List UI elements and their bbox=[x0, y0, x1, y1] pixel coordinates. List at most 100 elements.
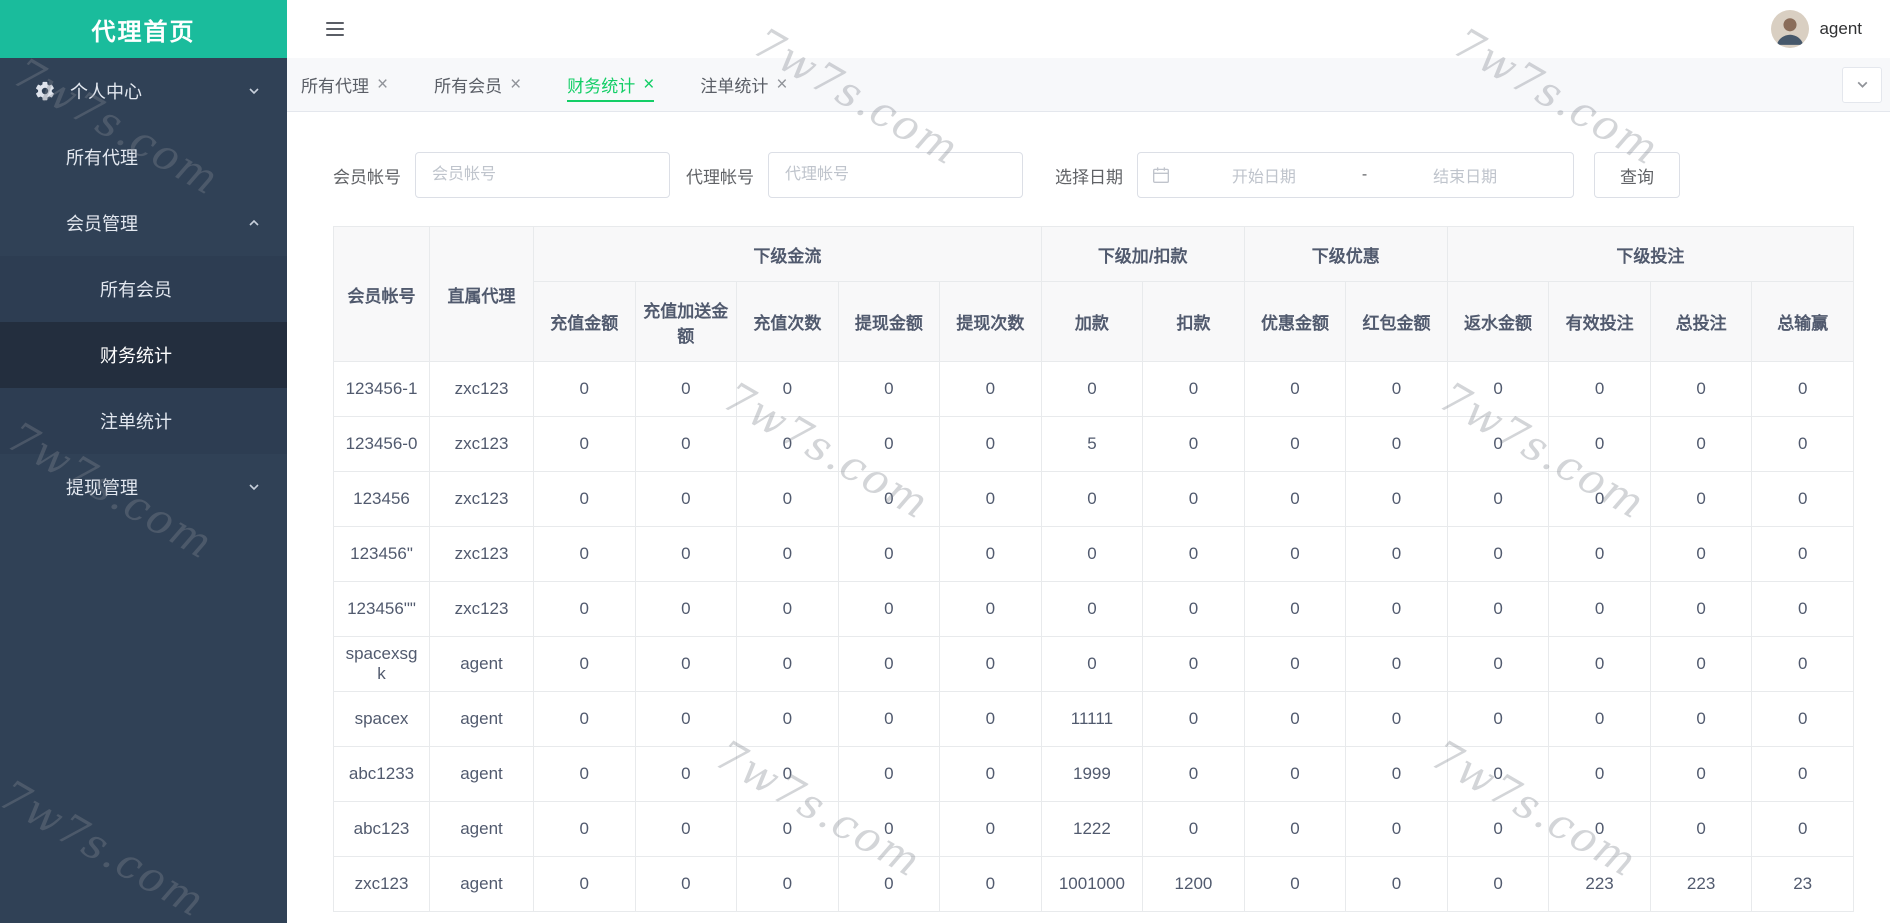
tab-4[interactable]: 注单统计 × bbox=[700, 58, 787, 111]
tab-dropdown-button[interactable] bbox=[1842, 66, 1882, 103]
date-start-placeholder[interactable]: 开始日期 bbox=[1170, 163, 1358, 187]
sidebar-item-6[interactable]: 注单统计 bbox=[0, 388, 287, 454]
table-cell: 0 bbox=[1548, 746, 1651, 802]
table-cell: 0 bbox=[1243, 361, 1347, 417]
table-cell: 0 bbox=[1649, 691, 1753, 747]
hamburger-icon[interactable] bbox=[323, 17, 347, 41]
table-cell: 1222 bbox=[1040, 801, 1144, 857]
table-cell: 0 bbox=[1548, 416, 1651, 472]
table-header-cell: 充值金额 bbox=[533, 281, 636, 362]
table-row: spacex agent 0 0 0 0 0 11111 0 0 0 0 0 0 0 bbox=[333, 691, 1854, 747]
sidebar-item-label: 所有代理 bbox=[66, 148, 138, 168]
tab-3[interactable]: 财务统计 × bbox=[567, 58, 655, 111]
table-cell: 0 bbox=[1345, 636, 1448, 692]
table-cell: 123456 bbox=[333, 471, 430, 527]
table-cell: 1999 bbox=[1040, 746, 1144, 802]
table-cell: 0 bbox=[1243, 856, 1347, 912]
user-menu[interactable]: agent bbox=[1771, 10, 1862, 48]
table-cell: 0 bbox=[1548, 526, 1651, 582]
table-cell: 0 bbox=[939, 581, 1042, 637]
table-cell: 0 bbox=[1345, 361, 1448, 417]
member-account-input[interactable] bbox=[415, 152, 670, 198]
table-cell: 0 bbox=[939, 636, 1042, 692]
table-cell: 0 bbox=[634, 581, 738, 637]
member-account-label: 会员帐号 bbox=[333, 167, 401, 187]
table-cell: 0 bbox=[736, 636, 839, 692]
table-cell: 0 bbox=[1345, 416, 1448, 472]
date-range-picker[interactable]: 开始日期 - 结束日期 bbox=[1137, 152, 1574, 198]
table-cell: 123456-0 bbox=[333, 416, 430, 472]
table-cell: 0 bbox=[1040, 361, 1144, 417]
table-cell: 0 bbox=[736, 526, 839, 582]
table-cell: 0 bbox=[1142, 416, 1245, 472]
table-row: zxc123 agent 0 0 0 0 0 1001000 1200 0 0 0 223 223 23 bbox=[333, 856, 1854, 912]
table-cell: 0 bbox=[533, 746, 636, 802]
tab-label: 所有代理 bbox=[301, 77, 369, 96]
table-cell: 0 bbox=[1649, 746, 1753, 802]
sidebar-item-3[interactable]: 会员管理 bbox=[0, 190, 287, 256]
tab-1[interactable]: 所有代理 × bbox=[301, 58, 388, 111]
table-cell: 0 bbox=[1751, 471, 1854, 527]
tab-close-icon[interactable]: × bbox=[776, 75, 787, 94]
table-cell: zxc123 bbox=[429, 361, 534, 417]
tab-close-icon[interactable]: × bbox=[377, 75, 388, 94]
tabs: 所有代理 × 所有会员 × 财务统计 × 注单统计 × bbox=[301, 58, 833, 111]
table-group-header: 下级投注 bbox=[1446, 226, 1855, 282]
table-cell: zxc123 bbox=[429, 526, 534, 582]
sidebar-item-2[interactable]: 所有代理 bbox=[0, 124, 287, 190]
table-cell: 0 bbox=[1142, 526, 1245, 582]
table-group-header: 下级金流 bbox=[533, 226, 1042, 282]
table-header-cell: 充值次数 bbox=[736, 281, 839, 362]
sidebar-item-4[interactable]: 所有会员 bbox=[0, 256, 287, 322]
sidebar-item-1[interactable]: 个人中心 bbox=[0, 58, 287, 124]
table-group-header: 下级优惠 bbox=[1243, 226, 1448, 282]
table-cell: 123456"" bbox=[333, 581, 430, 637]
app-root: 代理首页 个人中心 所有代理 会员管理 所有会员 财务统计 注单统计 提现管理 agent … bbox=[0, 0, 1890, 923]
table-cell: 123456" bbox=[333, 526, 430, 582]
table-header-cell: 有效投注 bbox=[1548, 281, 1651, 362]
table-cell: 0 bbox=[1446, 361, 1550, 417]
table-cell: 0 bbox=[1345, 691, 1448, 747]
agent-account-input[interactable] bbox=[768, 152, 1023, 198]
table-cell: 223 bbox=[1548, 856, 1651, 912]
tab-close-icon[interactable]: × bbox=[510, 75, 521, 94]
table-cell: 0 bbox=[533, 581, 636, 637]
table-cell: 0 bbox=[736, 691, 839, 747]
table-row: 123456"" zxc123 0 0 0 0 0 0 0 0 0 0 0 0 0 bbox=[333, 581, 1854, 637]
filter-bar: 会员帐号 代理帐号 选择日期 开始日期 - 结束日期 查询 bbox=[333, 152, 1854, 198]
table-cell: 0 bbox=[1142, 636, 1245, 692]
sidebar-item-5[interactable]: 财务统计 bbox=[0, 322, 287, 388]
table-body: 123456-1 zxc123 0 0 0 0 0 0 0 0 0 0 0 0 0 123456-0 zxc12… bbox=[333, 361, 1854, 912]
table-header-cell: 提现次数 bbox=[939, 281, 1042, 362]
table-cell: 0 bbox=[1751, 691, 1854, 747]
table-cell: 0 bbox=[533, 416, 636, 472]
table-row: abc1233 agent 0 0 0 0 0 1999 0 0 0 0 0 0 0 bbox=[333, 746, 1854, 802]
chevron-down-icon bbox=[247, 84, 261, 98]
table-header-cell: 扣款 bbox=[1142, 281, 1245, 362]
table-cell: 0 bbox=[939, 691, 1042, 747]
table-cell: 0 bbox=[1446, 636, 1550, 692]
chevron-down-icon bbox=[1857, 81, 1867, 88]
date-end-placeholder[interactable]: 结束日期 bbox=[1371, 163, 1559, 187]
tab-2[interactable]: 所有会员 × bbox=[434, 58, 521, 111]
avatar bbox=[1771, 10, 1810, 48]
table-header-cell: 返水金额 bbox=[1446, 281, 1550, 362]
table-cell: 0 bbox=[1649, 471, 1753, 527]
table-cell: 0 bbox=[1243, 471, 1347, 527]
table-row: 123456-0 zxc123 0 0 0 0 0 5 0 0 0 0 0 0 0 bbox=[333, 416, 1854, 472]
table-cell: 0 bbox=[634, 746, 738, 802]
sidebar-item-7[interactable]: 提现管理 bbox=[0, 454, 287, 520]
table-cell: 0 bbox=[1345, 581, 1448, 637]
stats-table: 会员帐号 直属代理 下级金流 下级加/扣款 下级优惠 下级投注 充值金额 充值加送金额 充值次数… bbox=[333, 226, 1855, 912]
tab-close-icon[interactable]: × bbox=[643, 75, 654, 94]
table-cell: agent bbox=[429, 691, 534, 747]
table-header-cell: 提现金额 bbox=[837, 281, 941, 362]
table-cell: 0 bbox=[1345, 471, 1448, 527]
search-button[interactable]: 查询 bbox=[1594, 152, 1680, 198]
table-cell: 0 bbox=[1751, 361, 1854, 417]
table-cell: 0 bbox=[634, 526, 738, 582]
table-cell: 0 bbox=[533, 856, 636, 912]
table-header-cell: 直属代理 bbox=[429, 226, 534, 362]
table-cell: 0 bbox=[1548, 801, 1651, 857]
table-cell: 0 bbox=[736, 746, 839, 802]
